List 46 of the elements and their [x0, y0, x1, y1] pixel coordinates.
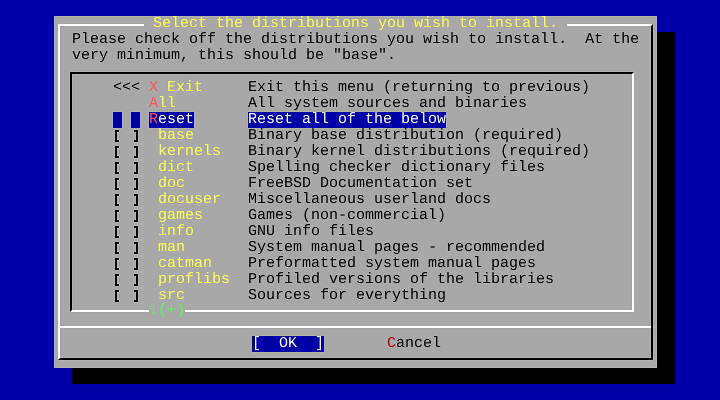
- menu-item-description: Preformatted system manual pages: [248, 256, 536, 272]
- dialog-title: Select the distributions you wish to install.: [144, 16, 568, 32]
- menu-item-label[interactable]: info: [158, 224, 194, 240]
- menu-item-description: System manual pages - recommended: [248, 240, 546, 256]
- menu-item-label[interactable]: X Exit: [149, 80, 204, 96]
- checkbox[interactable]: [113, 128, 140, 144]
- checkbox[interactable]: [113, 160, 140, 176]
- back-arrows: <<<: [113, 80, 140, 96]
- checkbox[interactable]: [113, 176, 140, 192]
- menu-item-description: Games (non-commercial): [248, 208, 446, 224]
- menu-item-description: All system sources and binaries: [248, 96, 528, 112]
- menu-item-description: Binary base distribution (required): [248, 128, 564, 144]
- menu-item-description: Binary kernel distributions (required): [248, 144, 590, 160]
- menu-item-description: Reset all of the below: [248, 112, 446, 128]
- menu-item-label[interactable]: Reset: [149, 112, 194, 128]
- menu-item-label[interactable]: kernels: [158, 144, 222, 160]
- menu-item-description: Spelling checker dictionary files: [248, 160, 546, 176]
- menu-item-label[interactable]: base: [158, 128, 194, 144]
- menu-item-description: Sources for everything: [248, 288, 446, 304]
- menu-item-label[interactable]: docuser: [158, 192, 222, 208]
- menu-item-label[interactable]: proflibs: [158, 272, 230, 288]
- menu-item-label[interactable]: src: [158, 288, 186, 304]
- menu-item-label[interactable]: man: [158, 240, 186, 256]
- checkbox[interactable]: [113, 288, 140, 304]
- checkbox[interactable]: [113, 144, 140, 160]
- menu-item-description: Profiled versions of the libraries: [248, 272, 554, 288]
- menu-item-description: Miscellaneous userland docs: [248, 192, 492, 208]
- checkbox[interactable]: [113, 208, 140, 224]
- scroll-more-indicator: ↓(+): [149, 303, 186, 319]
- menu-item-description: GNU info files: [248, 224, 374, 240]
- instructions-text: Please check off the distributions you wish to install. At the very minimum, this should be "base".: [72, 32, 640, 64]
- checkbox[interactable]: [113, 224, 140, 240]
- dialog-button[interactable]: Cancel: [387, 336, 442, 352]
- checkbox[interactable]: [113, 192, 140, 208]
- checkbox[interactable]: [113, 240, 140, 256]
- menu-item-label[interactable]: catman: [158, 256, 212, 272]
- menu-item-label[interactable]: All: [149, 96, 176, 112]
- menu-item-label[interactable]: doc: [158, 176, 186, 192]
- menu-item-description: FreeBSD Documentation set: [248, 176, 474, 192]
- menu-item-label[interactable]: games: [158, 208, 204, 224]
- cursor-block-drawing: [113, 112, 140, 128]
- menu-item-description: Exit this menu (returning to previous): [248, 80, 590, 96]
- dialog-button[interactable]: [ OK ]: [252, 336, 324, 352]
- checkbox[interactable]: [113, 256, 140, 272]
- checkbox[interactable]: [113, 272, 140, 288]
- menu-item-label[interactable]: dict: [158, 160, 194, 176]
